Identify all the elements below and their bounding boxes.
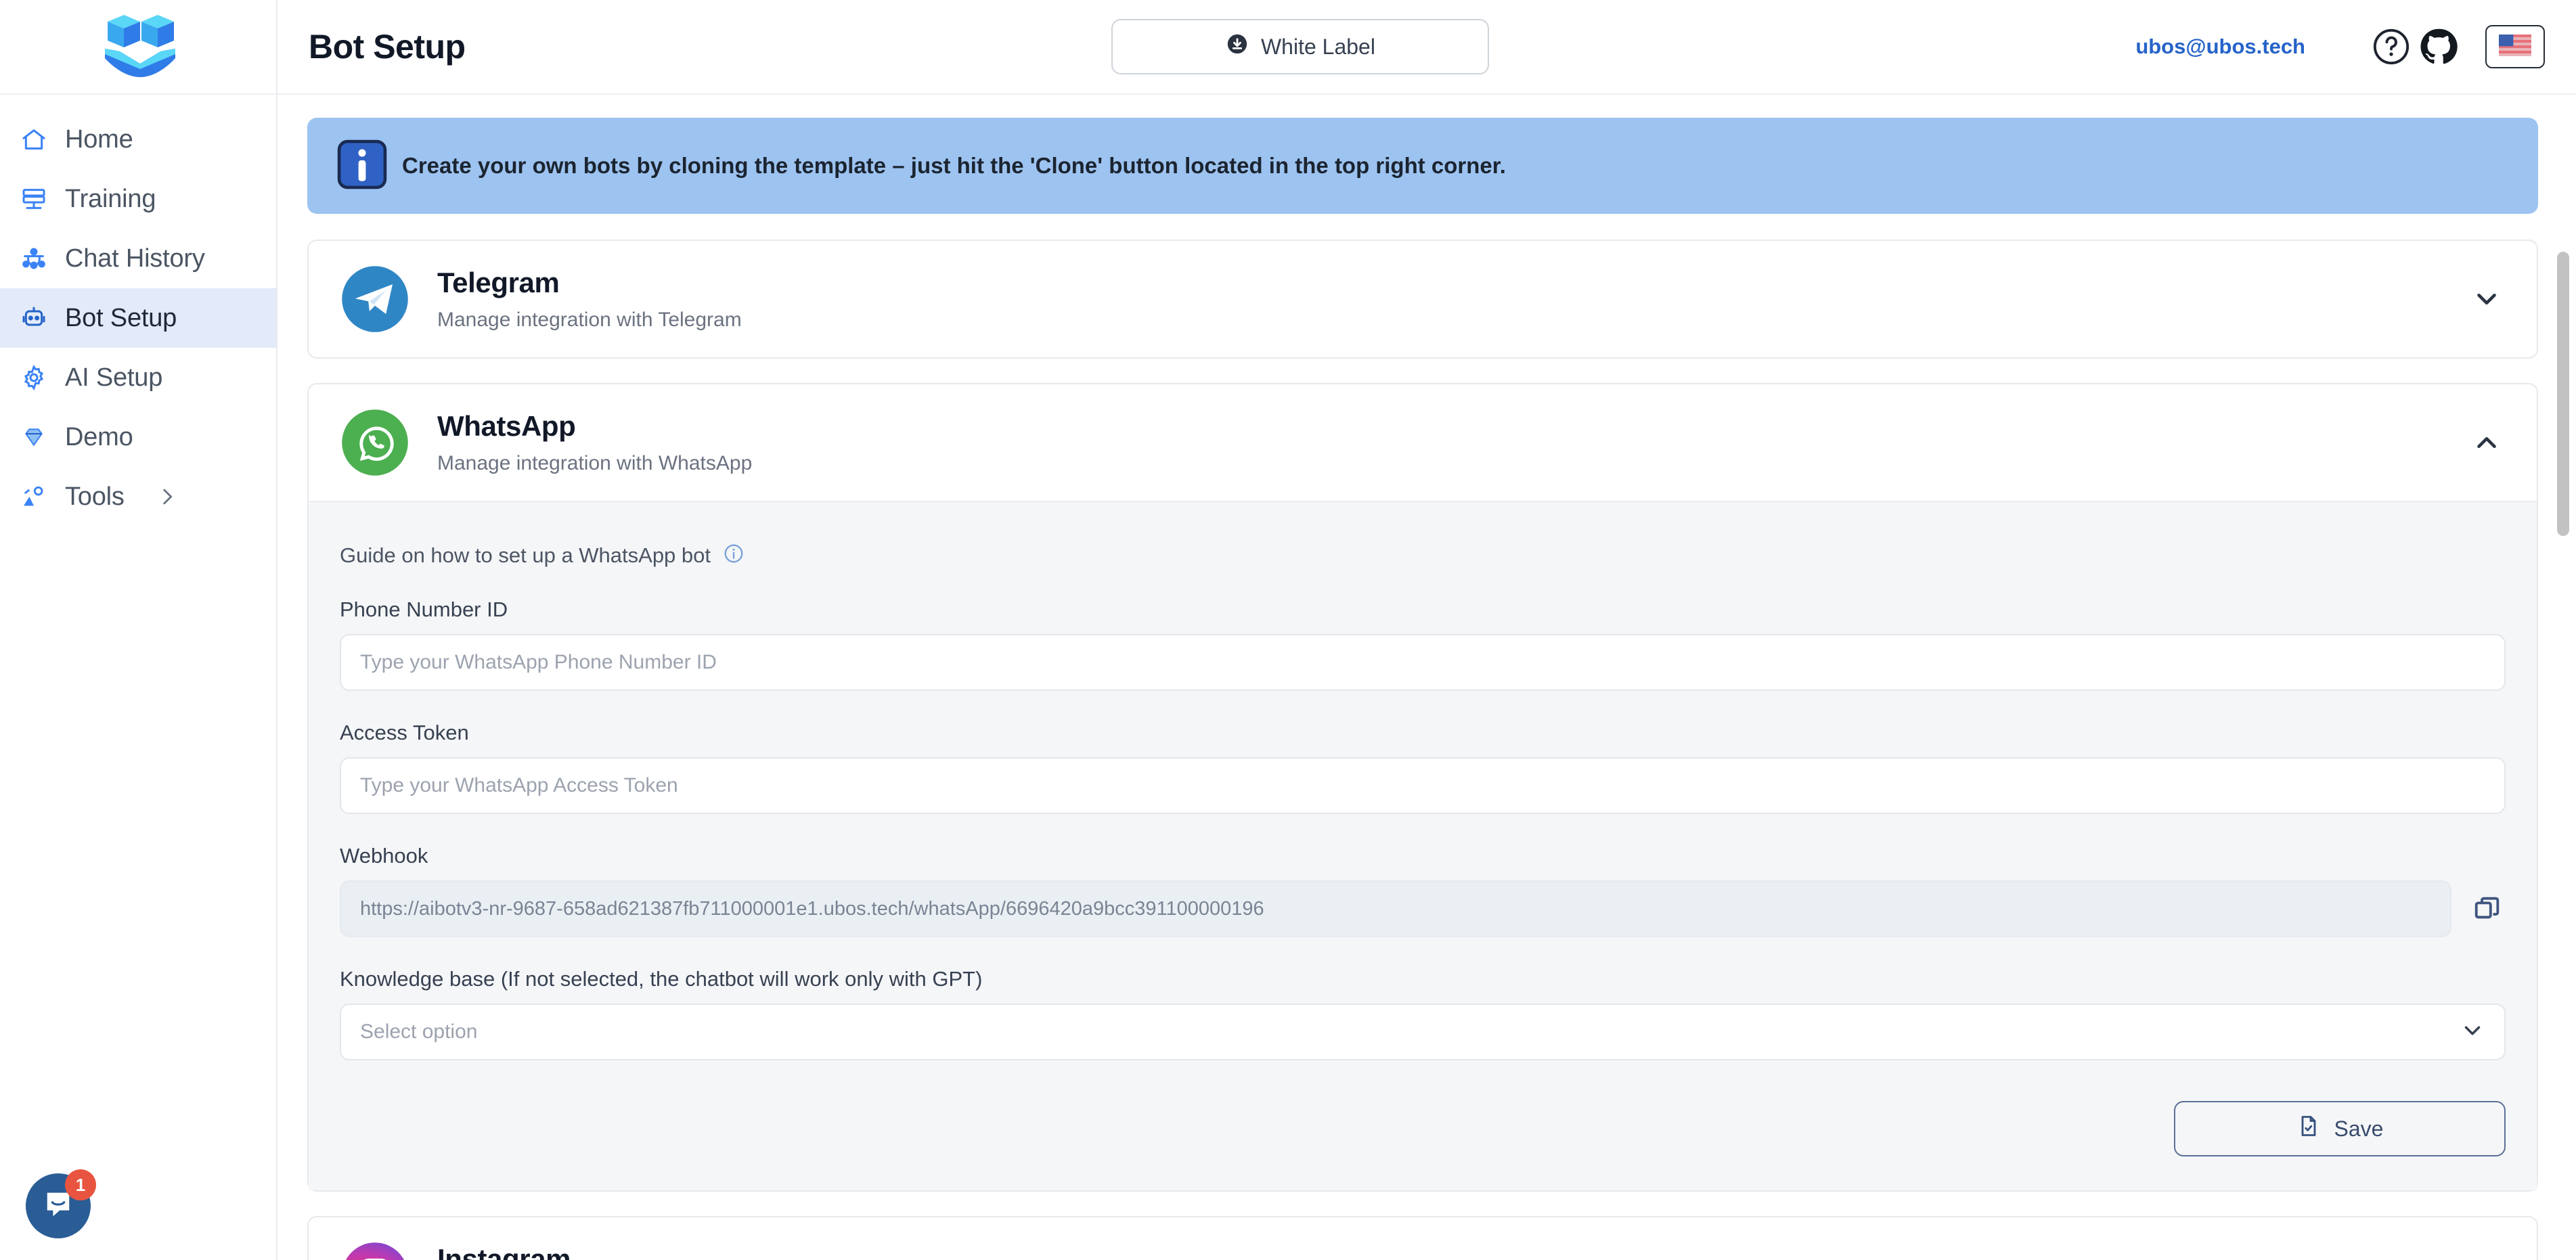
page-title: Bot Setup [309, 27, 466, 66]
guide-row[interactable]: Guide on how to set up a WhatsApp bot [340, 543, 2506, 568]
integration-card-header[interactable]: Telegram Manage integration with Telegra… [309, 241, 2537, 357]
integration-subtitle: Manage integration with Telegram [437, 309, 2468, 332]
bot-icon [19, 303, 49, 333]
app-root: Home Training [0, 0, 2576, 1260]
chat-unread-badge: 1 [65, 1169, 96, 1200]
info-banner-text: Create your own bots by cloning the temp… [402, 153, 1506, 179]
main-area: Bot Setup White Label ubos@ubos.tech [277, 0, 2576, 1260]
question-circle-icon[interactable] [2368, 23, 2415, 70]
integration-subtitle: Manage integration with WhatsApp [437, 452, 2468, 475]
account-email-link[interactable]: ubos@ubos.tech [2135, 35, 2305, 59]
save-document-icon [2296, 1114, 2321, 1144]
sidebar-item-bot-setup[interactable]: Bot Setup [0, 288, 276, 348]
save-row: Save [340, 1101, 2506, 1156]
sidebar-item-training[interactable]: Training [0, 169, 276, 229]
integration-card-header[interactable]: Instagram Manage integration with Instag… [309, 1217, 2537, 1260]
sidebar-item-chat-history[interactable]: Chat History [0, 229, 276, 288]
white-label-button[interactable]: White Label [1111, 19, 1489, 74]
topbar-right-group: ubos@ubos.tech [2135, 23, 2545, 70]
vertical-scrollbar[interactable] [2554, 189, 2572, 1260]
phone-number-id-input[interactable] [340, 634, 2506, 691]
intercom-chat-launcher[interactable]: 1 [26, 1173, 91, 1238]
topbar: Bot Setup White Label ubos@ubos.tech [277, 0, 2576, 95]
chevron-down-icon[interactable] [2460, 1018, 2485, 1047]
content-scroll-area: Create your own bots by cloning the temp… [277, 95, 2576, 1260]
integration-card-titles: Telegram Manage integration with Telegra… [437, 267, 2468, 332]
tools-icon [19, 482, 49, 512]
access-token-field-group: Access Token [340, 721, 2506, 814]
training-icon [19, 184, 49, 214]
copy-icon[interactable] [2469, 891, 2506, 927]
phone-number-id-field-group: Phone Number ID [340, 598, 2506, 691]
sidebar-item-label: Bot Setup [65, 304, 177, 333]
chevron-up-icon[interactable] [2468, 424, 2506, 462]
access-token-label: Access Token [340, 721, 2506, 745]
github-icon[interactable] [2415, 23, 2462, 70]
save-button[interactable]: Save [2174, 1101, 2506, 1156]
white-label-label: White Label [1261, 35, 1375, 60]
sidebar-item-ai-setup[interactable]: AI Setup [0, 348, 276, 407]
knowledge-base-select[interactable]: Select option [340, 1004, 2506, 1060]
webhook-label: Webhook [340, 844, 2506, 868]
sidebar-item-label: Home [65, 125, 133, 154]
whatsapp-settings-panel: Guide on how to set up a WhatsApp bot [309, 501, 2537, 1190]
integration-card-telegram: Telegram Manage integration with Telegra… [307, 240, 2538, 359]
integration-card-header[interactable]: WhatsApp Manage integration with WhatsAp… [309, 384, 2537, 501]
sidebar-item-home[interactable]: Home [0, 110, 276, 169]
sidebar-item-label: Tools [65, 482, 125, 512]
chat-history-icon [19, 244, 49, 273]
sidebar: Home Training [0, 0, 277, 1260]
webhook-row [340, 880, 2506, 937]
integration-name: Instagram [437, 1243, 2468, 1260]
gear-icon [19, 363, 49, 392]
sidebar-item-tools[interactable]: Tools [0, 467, 276, 526]
info-circle-icon[interactable] [723, 543, 745, 568]
info-banner: Create your own bots by cloning the temp… [307, 118, 2538, 214]
webhook-url-input[interactable] [340, 880, 2451, 937]
integration-name: Telegram [437, 267, 2468, 299]
instagram-logo [340, 1240, 410, 1260]
chevron-right-icon[interactable] [156, 485, 179, 508]
access-token-input[interactable] [340, 757, 2506, 814]
save-button-label: Save [2334, 1117, 2384, 1142]
us-flag-icon [2499, 35, 2531, 60]
download-circle-icon [1226, 32, 1249, 61]
logo-container[interactable] [0, 0, 276, 95]
telegram-logo [340, 264, 410, 334]
whatsapp-logo [340, 407, 410, 478]
knowledge-base-selected-value: Select option [360, 1020, 477, 1043]
chevron-down-icon[interactable] [2468, 280, 2506, 318]
guide-label: Guide on how to set up a WhatsApp bot [340, 543, 711, 568]
sidebar-item-demo[interactable]: Demo [0, 407, 276, 467]
chevron-down-icon[interactable] [2468, 1257, 2506, 1260]
knowledge-base-label: Knowledge base (If not selected, the cha… [340, 967, 2506, 991]
integration-card-instagram: Instagram Manage integration with Instag… [307, 1216, 2538, 1260]
sidebar-nav: Home Training [0, 95, 276, 526]
content-inner: Create your own bots by cloning the temp… [307, 95, 2538, 1260]
home-icon [19, 125, 49, 154]
phone-number-id-label: Phone Number ID [340, 598, 2506, 622]
info-square-icon [337, 139, 387, 193]
integration-card-titles: Instagram Manage integration with Instag… [437, 1243, 2468, 1260]
language-selector-button[interactable] [2485, 25, 2545, 68]
diamond-icon [19, 422, 49, 452]
sidebar-item-label: Chat History [65, 244, 205, 273]
sidebar-item-label: Training [65, 185, 156, 214]
scrollbar-thumb[interactable] [2557, 252, 2569, 536]
ubos-smiley-logo [94, 9, 182, 84]
sidebar-item-label: AI Setup [65, 363, 162, 392]
knowledge-base-field-group: Knowledge base (If not selected, the cha… [340, 967, 2506, 1060]
integration-card-whatsapp: WhatsApp Manage integration with WhatsAp… [307, 383, 2538, 1192]
webhook-field-group: Webhook [340, 844, 2506, 937]
integration-card-titles: WhatsApp Manage integration with WhatsAp… [437, 410, 2468, 475]
sidebar-item-label: Demo [65, 423, 133, 452]
integration-name: WhatsApp [437, 410, 2468, 443]
